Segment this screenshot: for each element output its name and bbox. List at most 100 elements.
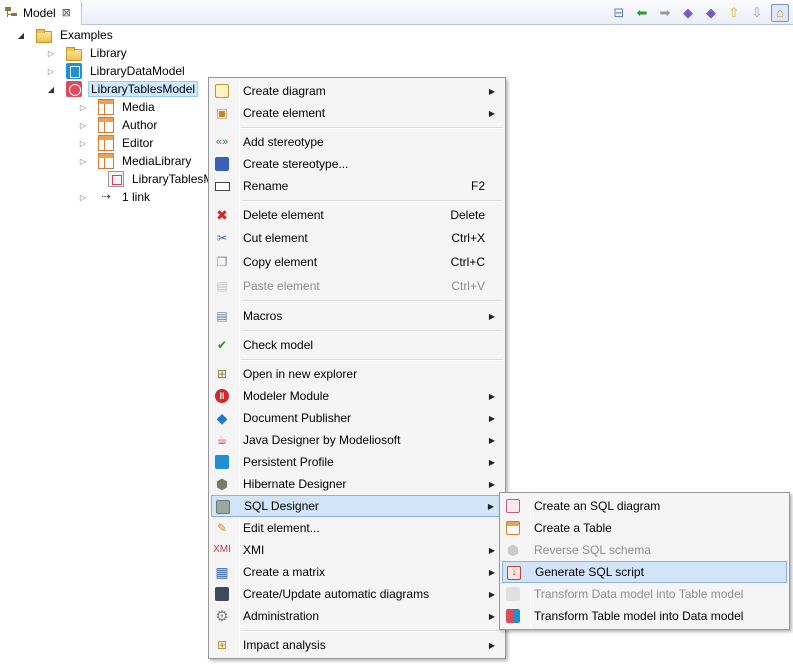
back-arrow-icon[interactable]: ⬅: [633, 4, 651, 22]
menu-item-xmi[interactable]: XMI XMI ▶: [211, 539, 503, 561]
tree-node-label: LibraryTablesModel: [88, 81, 199, 97]
menu-item-impact-analysis[interactable]: ⊞ Impact analysis ▶: [211, 634, 503, 656]
tree-row-library-tables-model[interactable]: ◢ LibraryTablesModel: [46, 80, 199, 98]
menu-item-reverse-sql-schema[interactable]: ⬢ Reverse SQL schema: [502, 539, 787, 561]
collapsed-triangle-icon[interactable]: ▷: [78, 193, 88, 202]
collapsed-triangle-icon[interactable]: ▷: [78, 157, 88, 166]
menu-separator: [241, 630, 503, 632]
view-tab-bar: Model ⊠ ⊟ ⬅ ➡ ◆ ◆ ⇧ ⇩ ⌂: [0, 0, 793, 25]
submenu-arrow-icon: ▶: [488, 589, 495, 599]
xmi-icon: XMI: [213, 544, 231, 555]
tree-row-library-tables-diagram[interactable]: LibraryTablesM: [98, 170, 215, 188]
tree-node-label: Examples: [60, 28, 113, 42]
menu-item-administration[interactable]: ⚙ Administration ▶: [211, 605, 503, 627]
sql-designer-submenu: Create an SQL diagram Create a Table ⬢ R…: [499, 492, 790, 630]
menu-item-paste-element[interactable]: ▤ Paste element Ctrl+V: [211, 275, 503, 297]
tree-row-author[interactable]: ▷ Author: [78, 116, 159, 134]
menu-item-edit-element[interactable]: ✎ Edit element...: [211, 517, 503, 539]
collapsed-triangle-icon[interactable]: ▷: [46, 67, 56, 76]
auto-diagram-icon: [214, 586, 230, 602]
edit-pencil-icon: ✎: [216, 521, 228, 535]
matrix-grid-icon: ▦: [215, 564, 229, 580]
menu-item-macros[interactable]: ▤ Macros ▶: [211, 305, 503, 327]
collapsed-triangle-icon[interactable]: ▷: [78, 139, 88, 148]
tree-row-media-library[interactable]: ▷ MediaLibrary: [78, 152, 193, 170]
submenu-arrow-icon: ▶: [488, 108, 495, 118]
tree-node-label: Media: [122, 100, 155, 114]
link-arrow-icon: ⇢: [101, 191, 111, 203]
submenu-arrow-icon: ▶: [488, 457, 495, 467]
menu-separator: [241, 200, 503, 202]
document-publisher-icon: ◆: [216, 410, 228, 426]
tree-row-link[interactable]: ▷ ⇢ 1 link: [78, 188, 152, 206]
menu-item-persistent-profile[interactable]: Persistent Profile ▶: [211, 451, 503, 473]
collapsed-triangle-icon[interactable]: ▷: [46, 49, 56, 58]
navigate-next-icon[interactable]: ◆: [702, 4, 720, 22]
menu-item-open-new-explorer[interactable]: ⊞ Open in new explorer: [211, 363, 503, 385]
menu-item-generate-sql-script[interactable]: ↓ Generate SQL script: [502, 561, 787, 583]
submenu-arrow-icon: ▶: [488, 545, 495, 555]
impact-analysis-icon: ⊞: [216, 638, 228, 652]
folder-icon: [66, 47, 82, 61]
create-element-icon: ▣: [216, 106, 228, 120]
create-stereotype-icon: [214, 156, 230, 172]
navigate-previous-icon[interactable]: ◆: [679, 4, 697, 22]
menu-item-transform-data-to-table[interactable]: Transform Data model into Table model: [502, 583, 787, 605]
menu-separator: [241, 300, 503, 302]
tree-row-library-data-model[interactable]: ▷ LibraryDataModel: [46, 62, 187, 80]
java-cup-icon: ☕: [216, 433, 228, 447]
menu-item-create-element[interactable]: ▣ Create element ▶: [211, 102, 503, 124]
collapsed-triangle-icon[interactable]: ▷: [78, 103, 88, 112]
tree-row-editor[interactable]: ▷ Editor: [78, 134, 155, 152]
collapsed-triangle-icon[interactable]: ▷: [78, 121, 88, 130]
sql-designer-icon: [215, 499, 231, 515]
menu-item-rename[interactable]: Rename F2: [211, 175, 503, 197]
go-down-icon[interactable]: ⇩: [748, 4, 766, 22]
menu-item-hibernate-designer[interactable]: ⬢ Hibernate Designer ▶: [211, 473, 503, 495]
menu-separator: [241, 330, 503, 332]
expanded-triangle-icon[interactable]: ◢: [46, 85, 56, 94]
menu-item-modeler-module[interactable]: II Modeler Module ▶: [211, 385, 503, 407]
model-view-tab[interactable]: Model ⊠: [0, 0, 82, 25]
menu-item-create-update-diagrams[interactable]: Create/Update automatic diagrams ▶: [211, 583, 503, 605]
generate-script-icon: ↓: [506, 565, 522, 581]
tree-node-label: LibraryTablesM: [132, 172, 214, 186]
home-icon[interactable]: ⌂: [771, 3, 789, 22]
menu-item-delete-element[interactable]: ✖ Delete element Delete: [211, 204, 503, 226]
go-up-icon[interactable]: ⇧: [725, 4, 743, 22]
explorer-tree-icon: ⊞: [216, 367, 228, 381]
menu-item-create-table[interactable]: Create a Table: [502, 517, 787, 539]
menu-item-transform-table-to-data[interactable]: Transform Table model into Data model: [502, 605, 787, 627]
view-tab-title: Model: [23, 5, 56, 20]
tree-row-examples[interactable]: ◢ Examples: [16, 26, 115, 44]
expanded-triangle-icon[interactable]: ◢: [16, 31, 26, 40]
tree-row-library[interactable]: ▷ Library: [46, 44, 129, 62]
add-stereotype-icon: «»: [215, 135, 229, 148]
submenu-arrow-icon: ▶: [487, 501, 494, 511]
forward-arrow-icon[interactable]: ➡: [656, 4, 674, 22]
rename-icon: [214, 178, 230, 194]
close-tab-icon[interactable]: ⊠: [62, 6, 71, 19]
tree-row-media[interactable]: ▷ Media: [78, 98, 157, 116]
gear-icon: ⚙: [215, 607, 229, 625]
menu-item-create-sql-diagram[interactable]: Create an SQL diagram: [502, 495, 787, 517]
menu-item-check-model[interactable]: ✔ Check model: [211, 334, 503, 356]
table-icon: [98, 135, 114, 151]
tree-node-label: Library: [90, 46, 127, 60]
folder-icon: [36, 29, 52, 43]
collapse-all-icon[interactable]: ⊟: [610, 4, 628, 22]
menu-item-cut-element[interactable]: ✂ Cut element Ctrl+X: [211, 227, 503, 249]
transform-data-icon: [505, 586, 521, 602]
menu-item-create-stereotype[interactable]: Create stereotype...: [211, 153, 503, 175]
menu-item-java-designer[interactable]: ☕ Java Designer by Modeliosoft ▶: [211, 429, 503, 451]
menu-item-copy-element[interactable]: ❐ Copy element Ctrl+C: [211, 251, 503, 273]
view-toolbar: ⊟ ⬅ ➡ ◆ ◆ ⇧ ⇩ ⌂: [610, 3, 789, 22]
menu-item-create-matrix[interactable]: ▦ Create a matrix ▶: [211, 561, 503, 583]
menu-item-create-diagram[interactable]: Create diagram ▶: [211, 80, 503, 102]
menu-item-document-publisher[interactable]: ◆ Document Publisher ▶: [211, 407, 503, 429]
paste-icon: ▤: [216, 279, 228, 293]
submenu-arrow-icon: ▶: [488, 435, 495, 445]
scissors-icon: ✂: [216, 231, 228, 245]
menu-item-add-stereotype[interactable]: «» Add stereotype: [211, 131, 503, 153]
menu-item-sql-designer[interactable]: SQL Designer ▶: [211, 495, 503, 517]
